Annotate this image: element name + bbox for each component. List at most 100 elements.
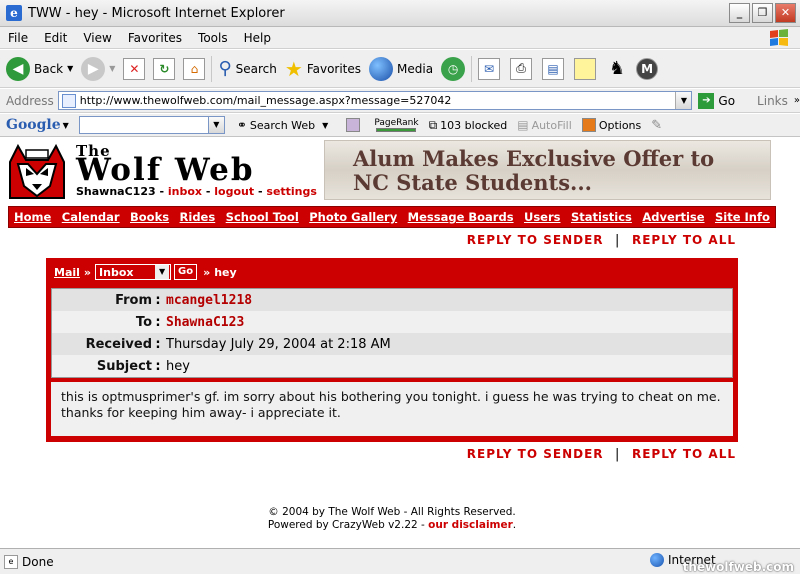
forward-button[interactable]: ▶ ▼ bbox=[81, 56, 115, 81]
google-search-input[interactable] bbox=[78, 116, 209, 134]
address-label: Address bbox=[6, 93, 54, 108]
popup-blocker-button[interactable]: ⧉ 103 blocked bbox=[429, 118, 508, 133]
subject-row: Subject : hey bbox=[52, 355, 732, 377]
restore-button[interactable]: ❐ bbox=[752, 3, 773, 23]
search-web-label: Search Web bbox=[249, 118, 316, 132]
menu-file[interactable]: File bbox=[0, 31, 36, 45]
search-web-dropdown-icon: ▼ bbox=[322, 120, 329, 130]
autofill-button[interactable]: ▤ AutoFill bbox=[517, 118, 572, 132]
main-nav: Home Calendar Books Rides School Tool Ph… bbox=[8, 206, 776, 228]
folder-select[interactable]: Inbox ▼ bbox=[95, 264, 172, 280]
reply-to-sender-link[interactable]: Reply To Sender bbox=[467, 447, 604, 461]
refresh-icon[interactable]: ↻ bbox=[153, 57, 176, 80]
pagerank-indicator[interactable]: PageRank bbox=[374, 118, 419, 132]
reply-to-all-link[interactable]: Reply To All bbox=[632, 447, 736, 461]
nav-advertise[interactable]: Advertise bbox=[642, 210, 704, 224]
forward-dropdown-icon[interactable]: ▼ bbox=[109, 64, 115, 73]
site-watermark: thewolfweb.com bbox=[682, 560, 794, 574]
to-user-link[interactable]: ShawnaC123 bbox=[164, 315, 244, 330]
home-icon[interactable]: ⌂ bbox=[183, 57, 206, 80]
nav-calendar[interactable]: Calendar bbox=[62, 210, 120, 224]
menu-edit[interactable]: Edit bbox=[36, 31, 75, 45]
mail-icon[interactable]: ✉ bbox=[478, 57, 501, 80]
edit-icon[interactable]: ▤ bbox=[542, 57, 565, 80]
minimize-button[interactable]: _ bbox=[729, 3, 750, 23]
toolbar-separator bbox=[471, 55, 473, 82]
search-button[interactable]: ⚲ Search bbox=[218, 58, 276, 79]
google-menu-icon[interactable]: ▼ bbox=[63, 121, 69, 130]
discuss-icon[interactable] bbox=[574, 57, 597, 80]
page-icon bbox=[61, 93, 76, 108]
nav-site-info[interactable]: Site Info bbox=[715, 210, 770, 224]
go-label: Go bbox=[718, 93, 736, 108]
folder-go-button[interactable]: Go bbox=[174, 264, 198, 280]
mail-message-panel: Mail » Inbox ▼ Go » hey From : mcangel12… bbox=[46, 258, 738, 442]
reply-actions-top: Reply To Sender | Reply To All bbox=[467, 233, 736, 248]
user-links: ShawnaC123 - inbox - logout - settings bbox=[76, 185, 317, 198]
address-input[interactable]: http://www.thewolfweb.com/mail_message.a… bbox=[57, 91, 693, 110]
print-icon[interactable]: ⎙ bbox=[510, 57, 533, 80]
pagerank-bar bbox=[376, 128, 417, 132]
nav-photo-gallery[interactable]: Photo Gallery bbox=[309, 210, 397, 224]
window-title: TWW - hey - Microsoft Internet Explorer bbox=[28, 5, 285, 21]
reply-to-sender-link[interactable]: Reply To Sender bbox=[467, 233, 604, 247]
powered-by-text: Powered by CrazyWeb v2.22 - bbox=[267, 519, 429, 531]
back-button[interactable]: ◀ Back ▼ bbox=[6, 56, 73, 81]
inbox-link[interactable]: inbox bbox=[168, 185, 202, 198]
settings-link[interactable]: settings bbox=[266, 185, 317, 198]
mail-link[interactable]: Mail bbox=[54, 266, 80, 279]
menu-help[interactable]: Help bbox=[236, 31, 279, 45]
menu-favorites[interactable]: Favorites bbox=[120, 31, 190, 45]
mail-breadcrumb: Mail » Inbox ▼ Go » hey bbox=[48, 260, 736, 284]
history-icon[interactable]: ◷ bbox=[441, 56, 466, 81]
research-icon[interactable]: M bbox=[636, 57, 659, 80]
search-web-button[interactable]: ⚭ Search Web ▼ bbox=[237, 118, 329, 132]
disclaimer-link[interactable]: our disclaimer bbox=[428, 519, 513, 531]
nav-message-boards[interactable]: Message Boards bbox=[408, 210, 514, 224]
menu-tools[interactable]: Tools bbox=[190, 31, 236, 45]
messenger-icon[interactable]: ♞ bbox=[606, 58, 628, 80]
go-button[interactable]: ➔ Go bbox=[698, 92, 736, 109]
received-value: Thursday July 29, 2004 at 2:18 AM bbox=[166, 336, 391, 352]
from-row: From : mcangel1218 bbox=[52, 289, 732, 311]
ad-line-1: Alum Makes Exclusive Offer to bbox=[353, 146, 715, 171]
star-icon: ★ bbox=[284, 56, 303, 81]
media-button[interactable]: Media bbox=[369, 56, 434, 81]
google-logo[interactable]: Google bbox=[6, 117, 61, 133]
site-title[interactable]: Wolf Web bbox=[76, 152, 255, 188]
nav-school-tool[interactable]: School Tool bbox=[226, 210, 299, 224]
stop-icon[interactable]: ✕ bbox=[123, 57, 146, 80]
back-dropdown-icon[interactable]: ▼ bbox=[67, 64, 73, 73]
popup-blocker-icon: ⧉ bbox=[428, 117, 438, 132]
favorites-button[interactable]: ★ Favorites bbox=[285, 57, 361, 81]
from-user-link[interactable]: mcangel1218 bbox=[164, 293, 252, 308]
nav-statistics[interactable]: Statistics bbox=[571, 210, 632, 224]
binoculars-icon: ⚭ bbox=[236, 118, 247, 132]
news-button[interactable] bbox=[346, 118, 361, 132]
reply-to-all-link[interactable]: Reply To All bbox=[632, 233, 736, 247]
news-icon bbox=[346, 118, 361, 132]
logout-link[interactable]: logout bbox=[214, 185, 254, 198]
popup-blocked-count: 103 blocked bbox=[440, 118, 508, 132]
media-label: Media bbox=[397, 61, 434, 76]
nav-books[interactable]: Books bbox=[130, 210, 169, 224]
nav-home[interactable]: Home bbox=[14, 210, 51, 224]
menu-view[interactable]: View bbox=[75, 31, 119, 45]
forward-arrow-icon: ▶ bbox=[81, 56, 106, 81]
links-button[interactable]: Links bbox=[757, 94, 788, 108]
wolf-logo-icon[interactable] bbox=[4, 140, 70, 200]
address-dropdown-icon[interactable]: ▼ bbox=[675, 92, 692, 109]
close-button[interactable]: ✕ bbox=[775, 3, 796, 23]
nav-rides[interactable]: Rides bbox=[180, 210, 216, 224]
from-label: From bbox=[115, 292, 152, 308]
links-chevron-icon[interactable]: » bbox=[794, 95, 800, 106]
google-search-dropdown-icon[interactable]: ▼ bbox=[208, 116, 225, 134]
google-logo-text: Google bbox=[6, 117, 61, 133]
address-bar: Address http://www.thewolfweb.com/mail_m… bbox=[0, 89, 800, 113]
nav-users[interactable]: Users bbox=[524, 210, 561, 224]
toolbar-separator bbox=[211, 55, 213, 82]
ad-banner[interactable]: Alum Makes Exclusive Offer to NC State S… bbox=[324, 140, 771, 200]
options-button[interactable]: Options bbox=[581, 118, 641, 132]
highlight-icon[interactable]: ✎ bbox=[651, 118, 662, 133]
page-viewport: The Wolf Web ShawnaC123 - inbox - logout… bbox=[0, 138, 800, 548]
